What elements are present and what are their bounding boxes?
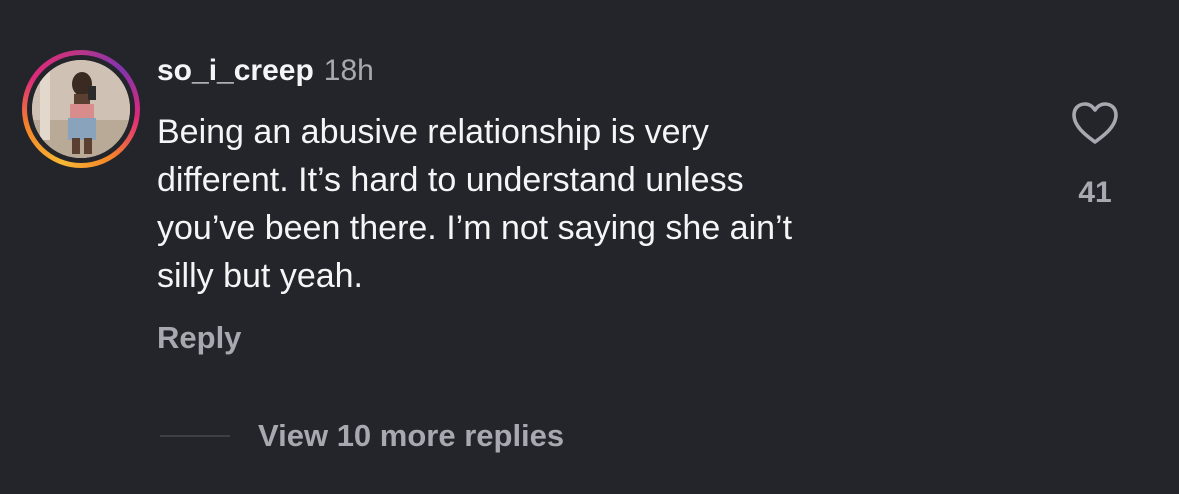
comment-header: so_i_creep 18h bbox=[157, 54, 374, 94]
view-replies-label: View 10 more replies bbox=[258, 418, 565, 453]
heart-icon-graphic bbox=[1072, 102, 1118, 144]
avatar[interactable] bbox=[32, 60, 130, 158]
comment-timestamp: 18h bbox=[323, 54, 374, 87]
reply-button[interactable]: Reply bbox=[157, 320, 241, 356]
view-more-replies-button[interactable]: View 10 more replies bbox=[160, 414, 564, 458]
comment-item: so_i_creep 18h Being an abusive relation… bbox=[0, 0, 1179, 494]
like-count: 41 bbox=[1078, 176, 1112, 209]
avatar-story-ring[interactable] bbox=[22, 50, 140, 168]
replies-divider-line bbox=[160, 435, 230, 437]
comment-text: Being an abusive relationship is very di… bbox=[157, 113, 793, 295]
username-link[interactable]: so_i_creep bbox=[157, 54, 314, 88]
heart-outline-icon[interactable] bbox=[1070, 100, 1120, 146]
avatar-photo bbox=[32, 60, 130, 158]
